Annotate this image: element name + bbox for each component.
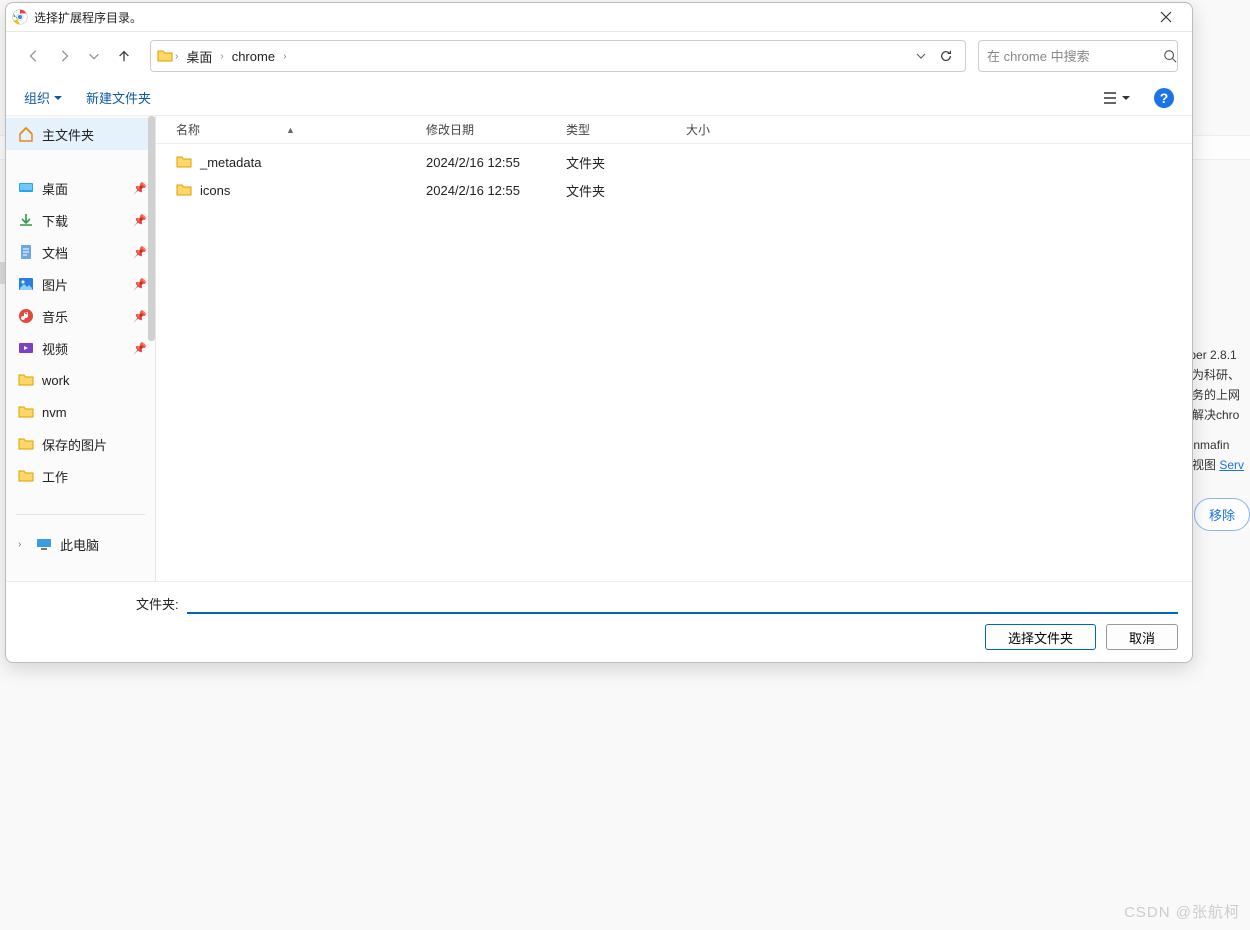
sidebar-item-label: 保存的图片: [42, 435, 107, 454]
folder-field-label: 文件夹:: [136, 594, 179, 613]
address-bar[interactable]: › 桌面 › chrome ›: [150, 40, 966, 72]
refresh-button[interactable]: [933, 49, 959, 63]
pin-icon: 📌: [133, 342, 147, 355]
folder-name-input[interactable]: [187, 592, 1178, 614]
cancel-button[interactable]: 取消: [1106, 624, 1178, 650]
sort-ascending-icon: ▲: [286, 125, 295, 135]
folder-icon: [157, 48, 173, 64]
sidebar-this-pc[interactable]: › 此电脑: [6, 528, 155, 560]
sidebar-item-label: 工作: [42, 467, 68, 486]
help-button[interactable]: ?: [1154, 88, 1174, 108]
sidebar-item-saved-pictures[interactable]: 保存的图片: [6, 428, 155, 460]
remove-button[interactable]: 移除: [1194, 498, 1250, 531]
folder-icon: [176, 182, 192, 198]
scrollbar-thumb[interactable]: [148, 116, 155, 341]
chevron-right-icon: ›: [175, 51, 178, 62]
sidebar-label: 主文件夹: [42, 125, 94, 144]
file-type: 文件夹: [566, 181, 686, 200]
table-row[interactable]: _metadata 2024/2/16 12:55 文件夹: [156, 148, 1192, 176]
file-name: icons: [200, 183, 230, 198]
file-date: 2024/2/16 12:55: [426, 155, 566, 170]
sidebar-item-label: work: [42, 373, 69, 388]
chevron-right-icon: ›: [18, 539, 28, 550]
address-dropdown[interactable]: [911, 46, 931, 66]
organize-menu[interactable]: 组织: [24, 88, 62, 107]
table-row[interactable]: icons 2024/2/16 12:55 文件夹: [156, 176, 1192, 204]
chevron-right-icon: ›: [220, 51, 223, 62]
sidebar-item-label: nvm: [42, 405, 67, 420]
sidebar-item-nvm[interactable]: nvm: [6, 396, 155, 428]
folder-icon: [18, 404, 34, 420]
sidebar-item-desktop[interactable]: 桌面 📌: [6, 172, 155, 204]
desktop-icon: [18, 180, 34, 196]
sidebar-item-videos[interactable]: 视频 📌: [6, 332, 155, 364]
watermark: CSDN @张航柯: [1124, 901, 1240, 922]
breadcrumb-desktop[interactable]: 桌面: [180, 43, 218, 70]
column-size[interactable]: 大小: [686, 121, 766, 138]
sidebar: 主文件夹 桌面 📌 下载 📌 文档 📌 图片 📌: [6, 116, 156, 581]
search-icon: [1163, 49, 1177, 63]
this-pc-icon: [36, 536, 52, 552]
sidebar-item-label: 文档: [42, 243, 68, 262]
nav-row: › 桌面 › chrome ›: [6, 32, 1192, 80]
sidebar-item-work[interactable]: work: [6, 364, 155, 396]
file-list-pane: 名称▲ 修改日期 类型 大小 _metadata 2024/2/16 12:55…: [156, 116, 1192, 581]
home-icon: [18, 126, 34, 142]
sidebar-scrollbar[interactable]: [147, 116, 155, 581]
column-date[interactable]: 修改日期: [426, 121, 566, 138]
document-icon: [18, 244, 34, 260]
file-type: 文件夹: [566, 153, 686, 172]
sidebar-item-music[interactable]: 音乐 📌: [6, 300, 155, 332]
sidebar-item-label: 下载: [42, 211, 68, 230]
sidebar-item-label: 视频: [42, 339, 68, 358]
pin-icon: 📌: [133, 246, 147, 259]
folder-icon: [18, 372, 34, 388]
select-folder-button[interactable]: 选择文件夹: [985, 624, 1096, 650]
column-name[interactable]: 名称▲: [176, 121, 426, 138]
forward-button[interactable]: [50, 42, 78, 70]
sidebar-item-documents[interactable]: 文档 📌: [6, 236, 155, 268]
toolbar: 组织 新建文件夹 ?: [6, 80, 1192, 116]
folder-icon: [176, 154, 192, 170]
video-icon: [18, 340, 34, 356]
column-headers: 名称▲ 修改日期 类型 大小: [156, 116, 1192, 144]
search-input[interactable]: [987, 49, 1163, 64]
close-button[interactable]: [1146, 3, 1186, 31]
sidebar-item-label: 音乐: [42, 307, 68, 326]
sidebar-item-pictures[interactable]: 图片 📌: [6, 268, 155, 300]
pin-icon: 📌: [133, 310, 147, 323]
pin-icon: 📌: [133, 182, 147, 195]
back-button[interactable]: [20, 42, 48, 70]
dialog-footer: 文件夹: 选择文件夹 取消: [6, 581, 1192, 662]
dialog-title: 选择扩展程序目录。: [34, 9, 1146, 26]
music-icon: [18, 308, 34, 324]
folder-icon: [18, 436, 34, 452]
chrome-icon: [12, 9, 28, 25]
folder-icon: [18, 468, 34, 484]
up-button[interactable]: [110, 42, 138, 70]
file-name: _metadata: [200, 155, 261, 170]
file-rows: _metadata 2024/2/16 12:55 文件夹 icons 2024…: [156, 144, 1192, 581]
pictures-icon: [18, 276, 34, 292]
view-mode-dropdown[interactable]: [1102, 91, 1130, 105]
sidebar-item-workcn[interactable]: 工作: [6, 460, 155, 492]
sidebar-item-downloads[interactable]: 下载 📌: [6, 204, 155, 236]
sidebar-home[interactable]: 主文件夹: [6, 118, 155, 150]
column-type[interactable]: 类型: [566, 121, 686, 138]
chevron-right-icon: ›: [283, 51, 286, 62]
body: 主文件夹 桌面 📌 下载 📌 文档 📌 图片 📌: [6, 116, 1192, 581]
sidebar-item-label: 图片: [42, 275, 68, 294]
sidebar-item-label: 此电脑: [60, 535, 99, 554]
recent-dropdown[interactable]: [80, 42, 108, 70]
search-box[interactable]: [978, 40, 1178, 72]
file-date: 2024/2/16 12:55: [426, 183, 566, 198]
pin-icon: 📌: [133, 214, 147, 227]
folder-picker-dialog: 选择扩展程序目录。 › 桌面 › chrome › 组织: [5, 2, 1193, 663]
titlebar: 选择扩展程序目录。: [6, 3, 1192, 32]
breadcrumb-chrome[interactable]: chrome: [226, 45, 281, 68]
download-icon: [18, 212, 34, 228]
new-folder-button[interactable]: 新建文件夹: [86, 88, 151, 107]
sidebar-item-label: 桌面: [42, 179, 68, 198]
pin-icon: 📌: [133, 278, 147, 291]
